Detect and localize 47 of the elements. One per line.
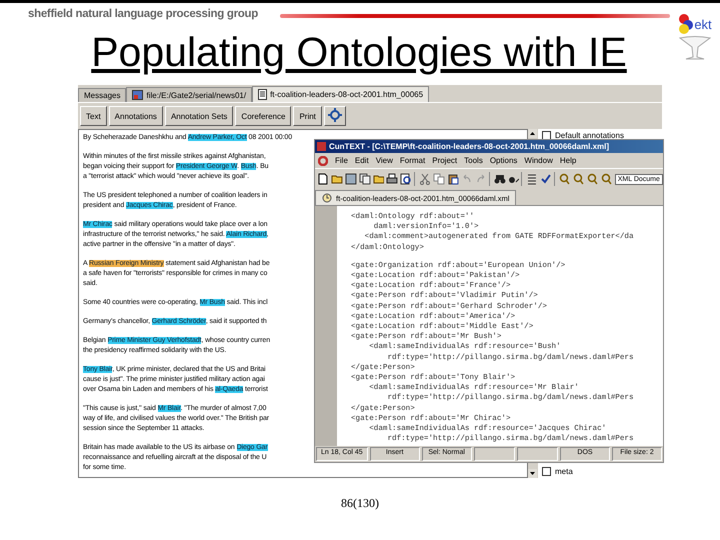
annotation-set-label: Default annotations [555,131,624,140]
menu-item[interactable]: Window [524,156,553,165]
group-name: sheffield natural language processing group [28,8,258,20]
code-editor[interactable] [315,206,663,446]
settings-button[interactable] [324,106,346,126]
tab[interactable]: file:/E:/Gate2/serial/news01/ [126,87,252,102]
toolbar-button[interactable]: Annotations [108,106,163,126]
picture-icon [132,90,144,100]
list-icon[interactable] [526,173,538,185]
new-document-icon[interactable] [317,173,329,185]
clock-icon [322,193,332,203]
annotation-set-label: meta [555,467,573,476]
glass-icon [678,35,712,61]
toolbar-button[interactable]: Annotation Sets [164,106,234,126]
toolbar-button[interactable]: Text [80,106,107,126]
menu-item[interactable]: Options [490,156,518,165]
circles-logo-icon [678,13,694,35]
tab[interactable]: Messages [78,88,126,102]
open-folder-icon[interactable] [330,173,343,185]
paste-icon[interactable] [447,173,459,185]
pages-icon[interactable] [358,173,371,185]
menu-item[interactable]: Help [560,156,576,165]
check-icon[interactable] [540,173,552,185]
page-number: 86(130) [340,496,380,511]
scroll-down-icon[interactable] [528,469,537,478]
menu-item[interactable]: Project [432,156,458,165]
tab[interactable]: ft-coalition-leaders-08-oct-2001.htm_00065 [252,86,430,102]
slide-title: Populating Ontologies with IE [90,29,628,75]
menu-item[interactable]: View [376,156,393,165]
menu-item[interactable]: Tools [464,156,483,165]
binoculars-icon[interactable] [494,173,506,185]
scissors-icon[interactable] [419,173,432,185]
print-icon[interactable] [386,173,398,185]
document-icon [258,89,268,100]
toolbar-button[interactable]: Coreference [235,106,292,126]
toolbar-button[interactable]: Print [293,106,322,126]
checkbox[interactable] [542,467,551,476]
folder-icon[interactable] [372,173,384,185]
save-icon[interactable] [344,173,357,185]
menu-item[interactable]: File [335,156,348,165]
preview-icon[interactable] [400,173,412,185]
logo-text: ekt [694,16,712,32]
menu-item[interactable]: Format [400,156,426,165]
window-title: CunTEXT - [C:\TEMP\ft-coalition-leaders-08-oct-2001.htm_00066daml.xml] [329,142,610,151]
menu-item[interactable]: Edit [354,156,369,165]
settings-icon [328,108,342,122]
scroll-up-icon[interactable] [528,129,537,138]
